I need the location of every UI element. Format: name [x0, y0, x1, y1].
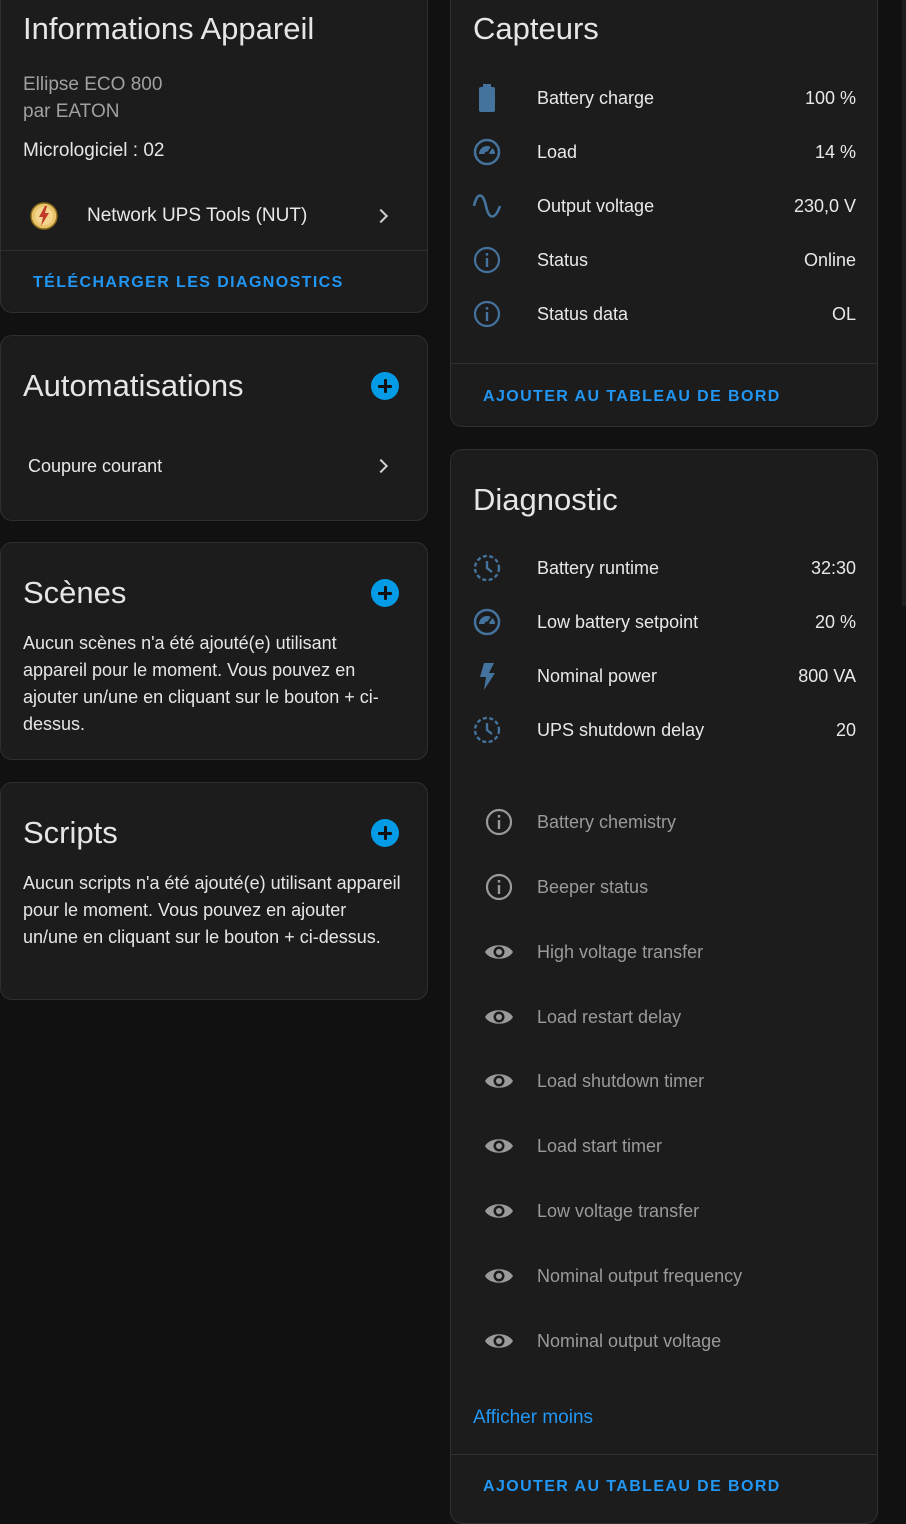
eye-icon — [483, 1065, 515, 1097]
add-automation-button[interactable] — [371, 372, 399, 400]
eye-icon — [483, 1195, 515, 1227]
disabled-entity-name: High voltage transfer — [537, 942, 704, 962]
device-model: Ellipse ECO 800 — [23, 74, 163, 95]
diagnostic-row[interactable]: Low battery setpoint 20 % — [451, 602, 877, 642]
automation-item[interactable]: Coupure courant — [1, 444, 427, 488]
sensor-value: 100 % — [804, 88, 856, 108]
add-scene-button[interactable] — [371, 579, 399, 607]
diagnostic-title: Diagnostic — [473, 482, 618, 517]
sensors-card: Capteurs Battery charge 100 % Load 14 % … — [450, 0, 878, 427]
diagnostic-value: 20 — [835, 720, 856, 740]
diagnostic-row[interactable]: Nominal power 800 VA — [451, 656, 877, 696]
battery-icon — [471, 82, 503, 114]
disabled-entity-name: Load shutdown timer — [537, 1071, 705, 1091]
scripts-title: Scripts — [23, 815, 118, 850]
diagnostic-card: Diagnostic Battery runtime 32:30 Low bat… — [450, 449, 878, 1524]
sensor-name: Status data — [537, 304, 629, 324]
diagnostic-value: 800 VA — [798, 666, 856, 686]
device-firmware: Micrologiciel : 02 — [23, 140, 165, 161]
device-manufacturer: par EATON — [23, 101, 120, 122]
diagnostic-name: Nominal power — [537, 666, 658, 686]
divider — [451, 1454, 877, 1455]
divider — [1, 250, 427, 251]
nut-logo-icon — [29, 201, 59, 231]
sensor-row[interactable]: Status data OL — [451, 294, 877, 334]
chevron-right-icon — [373, 208, 389, 224]
gauge-icon — [471, 136, 503, 168]
add-to-dashboard-button[interactable]: AJOUTER AU TABLEAU DE BORD — [483, 388, 781, 406]
scenes-card: Scènes Aucun scènes n'a été ajouté(e) ut… — [0, 542, 428, 760]
sensors-title: Capteurs — [473, 11, 599, 46]
scenes-title: Scènes — [23, 575, 127, 610]
info-icon — [483, 871, 515, 903]
show-less-link[interactable]: Afficher moins — [473, 1407, 593, 1429]
eye-icon — [483, 1260, 515, 1292]
disabled-entity-row[interactable]: Nominal output voltage — [451, 1321, 877, 1361]
diagnostic-name: Battery runtime — [537, 558, 660, 578]
automation-item-label: Coupure courant — [28, 456, 163, 476]
disabled-entity-row[interactable]: Load shutdown timer — [451, 1061, 877, 1101]
scripts-empty-text: Aucun scripts n'a été ajouté(e) utilisan… — [23, 873, 401, 947]
disabled-entity-name: Nominal output voltage — [537, 1331, 722, 1351]
disabled-entity-name: Battery chemistry — [537, 812, 677, 832]
chevron-right-icon — [373, 458, 389, 474]
disabled-entity-name: Beeper status — [537, 877, 649, 897]
device-info-title: Informations Appareil — [23, 11, 315, 46]
divider — [451, 363, 877, 364]
diagnostic-row[interactable]: Battery runtime 32:30 — [451, 548, 877, 588]
disabled-entity-row[interactable]: Beeper status — [451, 867, 877, 907]
sensor-value: OL — [831, 304, 856, 324]
disabled-entity-name: Load restart delay — [537, 1007, 682, 1027]
automations-title: Automatisations — [23, 368, 244, 403]
integration-label: Network UPS Tools (NUT) — [87, 205, 308, 226]
disabled-entity-name: Nominal output frequency — [537, 1266, 743, 1286]
integration-link[interactable]: Network UPS Tools (NUT) — [1, 192, 427, 242]
info-icon — [483, 806, 515, 838]
right-edge-panel — [902, 0, 906, 606]
info-icon — [471, 244, 503, 276]
timer-icon — [471, 714, 503, 746]
automations-card: Automatisations Coupure courant — [0, 335, 428, 521]
sensor-row[interactable]: Battery charge 100 % — [451, 78, 877, 118]
disabled-entity-row[interactable]: Nominal output frequency — [451, 1256, 877, 1296]
gauge-icon — [471, 606, 503, 638]
disabled-entity-name: Low voltage transfer — [537, 1201, 700, 1221]
eye-icon — [483, 1001, 515, 1033]
diagnostic-value: 20 % — [814, 612, 856, 632]
disabled-entity-row[interactable]: High voltage transfer — [451, 932, 877, 972]
disabled-entity-row[interactable]: Load restart delay — [451, 997, 877, 1037]
sensor-row[interactable]: Output voltage 230,0 V — [451, 186, 877, 226]
diagnostic-value: 32:30 — [810, 558, 856, 578]
eye-icon — [483, 1325, 515, 1357]
diagnostic-name: Low battery setpoint — [537, 612, 699, 632]
device-info-card: Informations Appareil Ellipse ECO 800 pa… — [0, 0, 428, 313]
sensor-name: Status — [537, 250, 589, 270]
sensor-name: Load — [537, 142, 578, 162]
flash-icon — [471, 660, 503, 692]
scripts-card: Scripts Aucun scripts n'a été ajouté(e) … — [0, 782, 428, 1000]
sensor-value: 14 % — [814, 142, 856, 162]
info-icon — [471, 298, 503, 330]
disabled-entity-row[interactable]: Load start timer — [451, 1126, 877, 1166]
sensor-row[interactable]: Load 14 % — [451, 132, 877, 172]
disabled-entity-name: Load start timer — [537, 1136, 663, 1156]
sensor-row[interactable]: Status Online — [451, 240, 877, 280]
timer-icon — [471, 552, 503, 584]
diagnostic-row[interactable]: UPS shutdown delay 20 — [451, 710, 877, 750]
sine-wave-icon — [471, 190, 503, 222]
eye-icon — [483, 936, 515, 968]
sensor-value: Online — [803, 250, 856, 270]
scenes-empty-text: Aucun scènes n'a été ajouté(e) utilisant… — [23, 633, 379, 734]
sensor-value: 230,0 V — [793, 196, 856, 216]
sensor-name: Battery charge — [537, 88, 655, 108]
diagnostic-name: UPS shutdown delay — [537, 720, 705, 740]
eye-icon — [483, 1130, 515, 1162]
sensor-name: Output voltage — [537, 196, 655, 216]
disabled-entity-row[interactable]: Battery chemistry — [451, 802, 877, 842]
add-to-dashboard-button[interactable]: AJOUTER AU TABLEAU DE BORD — [483, 1478, 781, 1496]
disabled-entity-row[interactable]: Low voltage transfer — [451, 1191, 877, 1231]
download-diagnostics-button[interactable]: TÉLÉCHARGER LES DIAGNOSTICS — [33, 274, 344, 292]
add-script-button[interactable] — [371, 819, 399, 847]
